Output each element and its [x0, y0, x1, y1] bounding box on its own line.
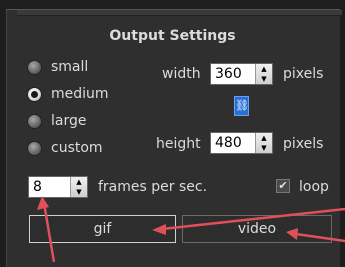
arrow-to-fps [37, 196, 56, 263]
annotation-arrows [37, 196, 345, 263]
arrow-to-gif [152, 207, 345, 235]
arrow-to-video [286, 228, 345, 243]
